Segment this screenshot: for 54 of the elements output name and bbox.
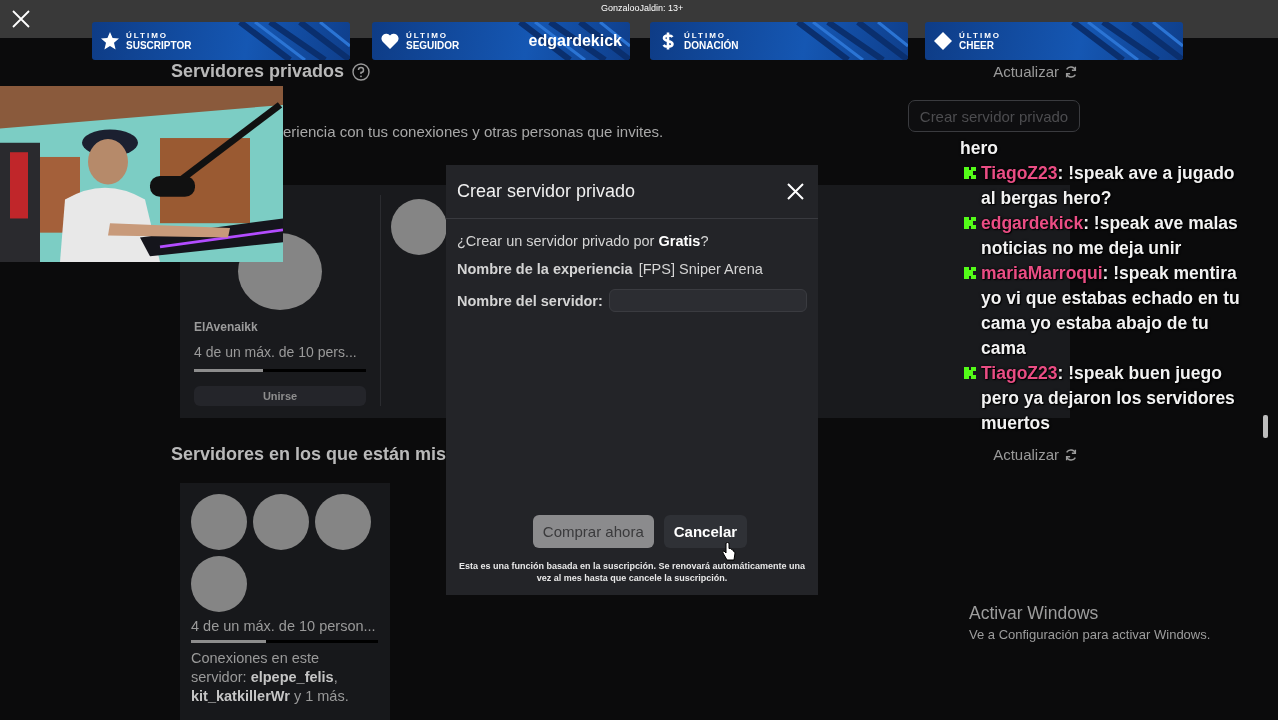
scrollbar-thumb[interactable] (1263, 415, 1268, 438)
diamond-icon (933, 31, 953, 51)
stream-caption: GonzalooJaldin: 13+ (601, 3, 684, 13)
activation-subtitle: Ve a Configuración para activar Windows. (969, 627, 1211, 642)
banner-label: SUSCRIPTOR (126, 41, 192, 51)
occupancy-text: 4 de un máx. de 10 person... (191, 618, 377, 634)
close-icon[interactable] (12, 10, 30, 28)
section-title: Servidores privados (171, 61, 345, 82)
section-title: Servidores en los que están mis (171, 444, 447, 465)
chat-message: TiagoZ23: !speak ave a jugado al bergas hero? (981, 162, 1236, 210)
dialog-title: Crear servidor privado (457, 181, 636, 202)
banner-label: CHEER (959, 41, 995, 51)
refresh-link[interactable]: Actualizar (993, 446, 1059, 463)
connections-text: Conexiones en este servidor: elpepe_felis, kit_katkillerWr y 1 más. (191, 649, 350, 706)
avatar (315, 494, 371, 550)
hand-cursor-icon (722, 542, 736, 562)
avatar (391, 199, 447, 255)
banner-heading: ÚLTIMO (684, 31, 727, 40)
chat-message: TiagoZ23: !speak buen juego pero ya dejaron los servidores muertos (981, 362, 1236, 435)
activation-title: Activar Windows (969, 603, 1100, 624)
server-name-field[interactable] (608, 289, 807, 312)
field-label: Nombre del servidor: (457, 292, 603, 309)
badge-icon (963, 166, 977, 180)
field-label: Nombre de la experiencia (457, 261, 633, 277)
refresh-link[interactable]: Actualizar (993, 63, 1059, 80)
banner-heading: ÚLTIMO (406, 31, 450, 41)
banner-label: DONACIÓN (684, 41, 739, 51)
badge-icon (963, 366, 977, 380)
heart-icon (380, 31, 400, 51)
star-icon (100, 31, 120, 51)
server-owner: ElAvenaikk (194, 319, 259, 334)
subscription-note: Esta es una función basada en la suscripción. Se renovará automáticamente una vez al mes hasta que cancele la suscripción. (457, 560, 807, 585)
avatar (191, 494, 247, 550)
refresh-icon (1064, 447, 1078, 462)
banner-heading: ÚLTIMO (126, 31, 170, 41)
join-button[interactable]: Unirse (194, 385, 366, 406)
section-description: eriencia con tus conexiones y otras personas que invites. (282, 123, 664, 140)
dialog-question: ¿Crear un servidor privado por Gratis? (457, 233, 710, 249)
badge-icon (963, 216, 977, 230)
avatar (191, 556, 247, 612)
chat-message: hero (960, 138, 998, 158)
occupancy-text: 4 de un máx. de 10 pers... (194, 343, 358, 360)
banner-label: SEGUIDOR (406, 41, 460, 51)
close-icon[interactable] (787, 183, 804, 200)
chat-message: edgardekick: !speak ave malas noticias no me deja unir (981, 212, 1239, 260)
cancel-button[interactable]: Cancelar (663, 515, 748, 548)
banner-value: edgardekick (528, 32, 622, 50)
help-icon[interactable] (352, 62, 371, 81)
banner-heading: ÚLTIMO (959, 31, 1002, 41)
badge-icon (963, 266, 977, 280)
chat-message: mariaMarroqui: !speak mentira yo vi que estabas echado en tu cama yo estaba abajo de tu cama (981, 262, 1241, 360)
avatar (253, 494, 309, 550)
refresh-icon (1064, 64, 1078, 79)
field-value: [FPS] Sniper Arena (638, 261, 763, 277)
